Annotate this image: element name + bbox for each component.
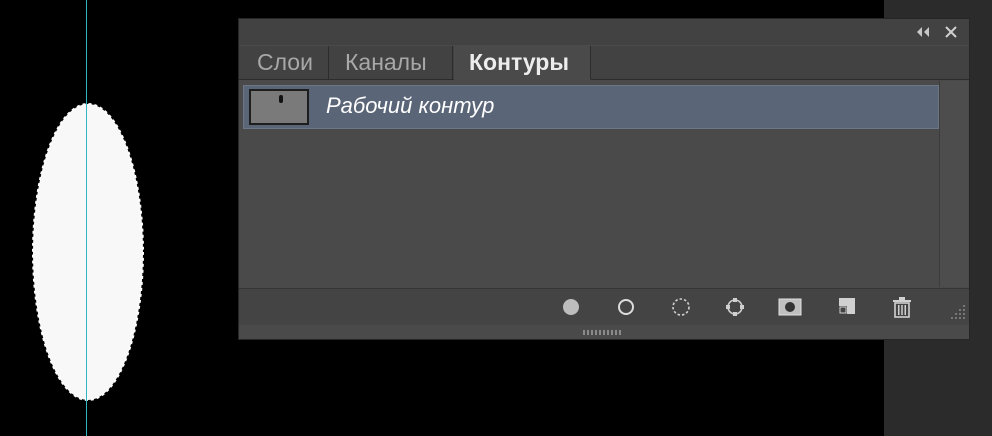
tab-paths[interactable]: Контуры	[454, 46, 591, 80]
panel-title-bar[interactable]	[239, 19, 969, 45]
tab-channels[interactable]: Каналы	[330, 46, 453, 79]
paths-list: Рабочий контур	[241, 81, 939, 287]
panel-tabs: Слои Каналы Контуры	[239, 46, 969, 96]
vertical-guide[interactable]	[86, 0, 87, 436]
path-name: Рабочий контур	[326, 93, 495, 118]
delete-path-icon[interactable]	[890, 296, 914, 318]
stroke-path-icon[interactable]	[614, 296, 638, 318]
paths-panel: Слои Каналы Контуры Рабочий контур	[238, 18, 970, 340]
add-mask-icon[interactable]	[778, 296, 802, 318]
panel-resize-handle[interactable]	[583, 328, 623, 336]
resize-corner-grip-icon[interactable]	[947, 301, 967, 321]
close-icon[interactable]	[943, 24, 959, 40]
tab-layers[interactable]: Слои	[239, 46, 329, 79]
path-thumbnail-mark	[279, 95, 283, 103]
vertical-scrollbar[interactable]	[939, 81, 968, 287]
fill-path-icon[interactable]	[559, 296, 583, 318]
make-path-icon[interactable]	[723, 296, 747, 318]
load-selection-icon[interactable]	[669, 296, 693, 318]
ellipse-selection	[32, 103, 144, 401]
collapse-double-arrow-icon[interactable]	[915, 25, 931, 39]
path-thumbnail	[249, 89, 309, 125]
panel-bottom-toolbar	[239, 288, 969, 325]
path-row-work-path[interactable]: Рабочий контур	[243, 85, 939, 129]
new-path-icon[interactable]	[835, 296, 859, 318]
